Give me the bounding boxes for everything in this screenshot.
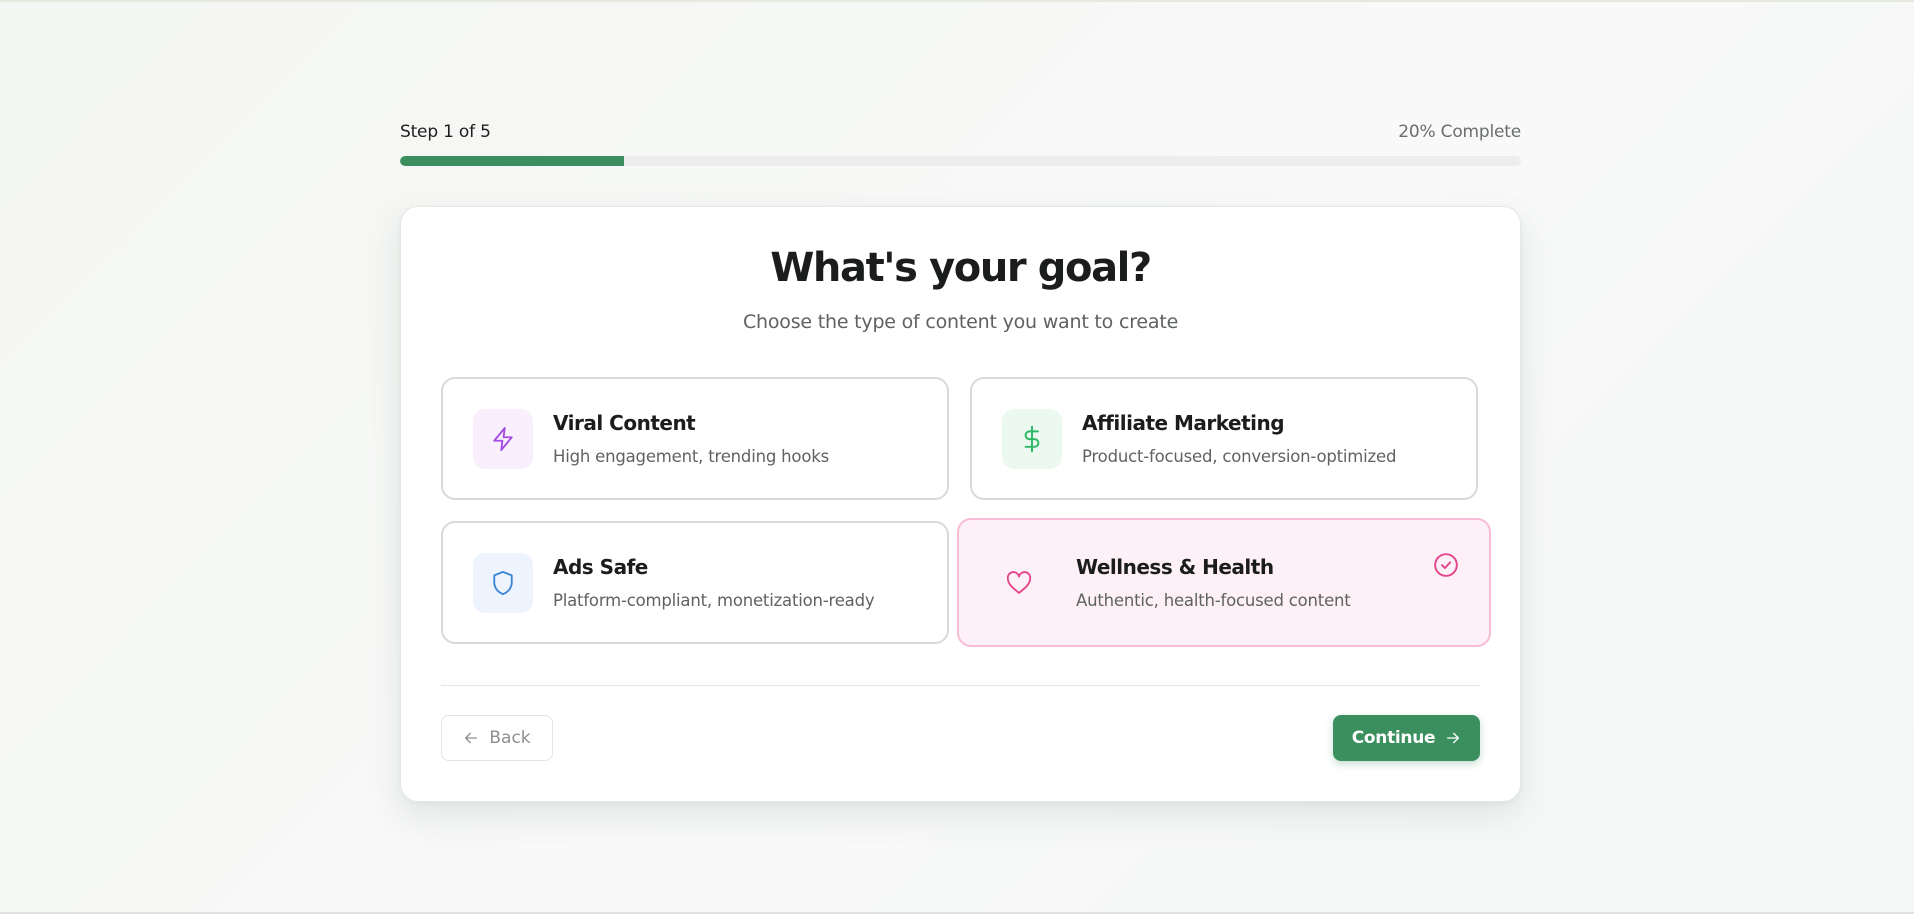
option-affiliate-marketing[interactable]: Affiliate Marketing Product-focused, con… — [970, 377, 1478, 500]
back-button-label: Back — [489, 728, 531, 748]
option-description: Platform-compliant, monetization-ready — [553, 591, 875, 610]
arrow-right-icon — [1445, 730, 1461, 746]
option-title: Wellness & Health — [1076, 555, 1274, 579]
option-viral-content[interactable]: Viral Content High engagement, trending … — [441, 377, 949, 500]
progress-percent: 20% Complete — [1398, 122, 1521, 142]
back-button[interactable]: Back — [441, 715, 553, 761]
continue-button-label: Continue — [1351, 728, 1436, 748]
option-description: High engagement, trending hooks — [553, 447, 829, 466]
lightning-icon — [473, 409, 533, 469]
footer-divider — [441, 685, 1480, 686]
page-title: What's your goal? — [770, 245, 1152, 291]
progress-bar-fill — [400, 156, 625, 166]
option-description: Authentic, health-focused content — [1076, 591, 1351, 610]
onboarding-container: Step 1 of 5 20% Complete What's your goa… — [400, 120, 1521, 802]
option-ads-safe[interactable]: Ads Safe Platform-compliant, monetizatio… — [441, 521, 949, 644]
option-title: Viral Content — [553, 411, 696, 435]
progress-header: Step 1 of 5 20% Complete — [400, 120, 1521, 144]
goal-card: What's your goal? Choose the type of con… — [400, 206, 1521, 802]
step-indicator: Step 1 of 5 — [400, 122, 491, 142]
option-description: Product-focused, conversion-optimized — [1082, 447, 1397, 466]
option-wellness-health[interactable]: Wellness & Health Authentic, health-focu… — [957, 518, 1491, 647]
progress-bar — [400, 156, 1521, 166]
option-title: Affiliate Marketing — [1082, 411, 1285, 435]
shield-icon — [473, 553, 533, 613]
page-subtitle: Choose the type of content you want to c… — [742, 311, 1179, 333]
heart-icon — [989, 553, 1049, 613]
dollar-icon — [1002, 409, 1062, 469]
check-circle-icon — [1433, 552, 1459, 578]
option-title: Ads Safe — [553, 555, 648, 579]
continue-button[interactable]: Continue — [1333, 715, 1480, 761]
arrow-left-icon — [463, 730, 479, 746]
